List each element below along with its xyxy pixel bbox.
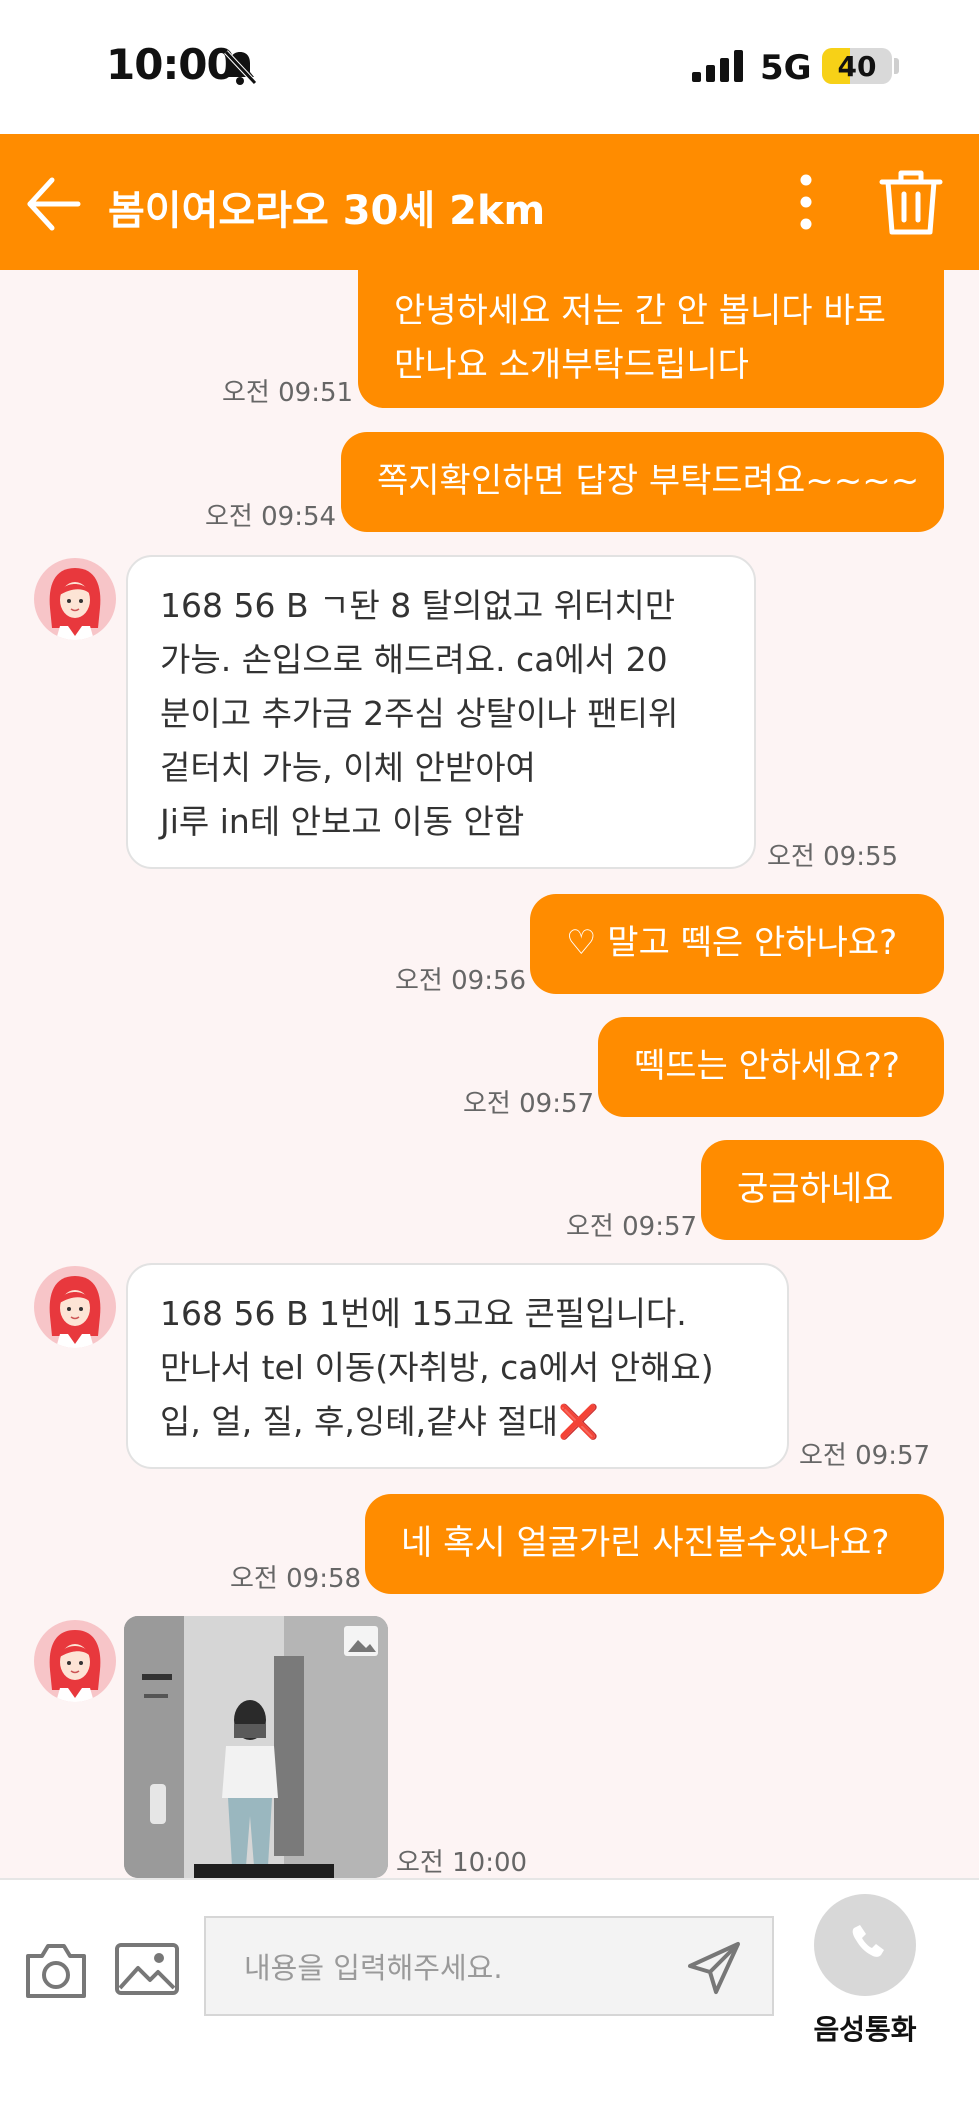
message-input-bar: 음성통화 [0, 1878, 979, 2124]
message-line: ♡ 말고 떽은 안하나요? [566, 923, 898, 963]
trash-icon[interactable] [876, 166, 946, 238]
voice-call-label: 음성통화 [813, 2013, 917, 2046]
sender-avatar[interactable] [34, 558, 116, 640]
message-line: 만나서 tel 이동(자취방, ca에서 안해요) [160, 1348, 714, 1387]
message-line: Ji루 in테 안보고 이동 안함 [160, 802, 525, 841]
sender-avatar[interactable] [34, 1620, 116, 1702]
sender-avatar[interactable] [34, 1266, 116, 1348]
battery-nub [894, 58, 899, 74]
message-line: 분이고 추가금 2주심 상탈이나 팬티위 [160, 694, 679, 733]
outgoing-message-bubble[interactable]: 떽뜨는 안하세요?? [598, 1017, 944, 1117]
message-line: 168 56 B 1번에 15고요 콘필입니다. [160, 1294, 687, 1333]
message-time: 오전 10:00 [396, 1848, 528, 1878]
outgoing-message-bubble[interactable]: ♡ 말고 떽은 안하나요? [530, 894, 944, 994]
message-time: 오전 09:51 [222, 378, 354, 408]
battery-indicator: 40 [822, 48, 892, 84]
message-time: 오전 09:56 [395, 966, 527, 996]
avatar-illustration [49, 568, 101, 640]
outgoing-message-bubble[interactable]: 안녕하세요 저는 간 안 봅니다 바로 만나요 소개부탁드립니다 [358, 254, 944, 408]
message-time: 오전 09:57 [463, 1089, 595, 1119]
app-header: 봄이여오라오 30세 2km [0, 134, 979, 270]
outgoing-message-bubble[interactable]: 네 혹시 얼굴가린 사진볼수있나요? [365, 1494, 944, 1594]
message-line: 만나요 소개부탁드립니다 [394, 345, 749, 385]
message-line: 겉터치 가능, 이체 안받아여 [160, 748, 536, 787]
signal-icon [692, 50, 743, 82]
message-input-box[interactable] [204, 1916, 774, 2016]
back-arrow-icon[interactable] [24, 174, 84, 234]
message-line: 떽뜨는 안하세요?? [634, 1046, 900, 1086]
message-line: 168 56 B ㄱ돤 8 탈의없고 위터치만 [160, 586, 676, 625]
message-line: 입, 얼, 질, 후,잉톄,걑샤 절대❌ [160, 1402, 600, 1441]
avatar-illustration [49, 1276, 101, 1348]
send-icon[interactable] [684, 1938, 744, 1998]
message-line: 네 혹시 얼굴가린 사진볼수있나요? [401, 1523, 890, 1563]
photo-thumbnail [124, 1616, 388, 1878]
message-line: 쪽지확인하면 답장 부탁드려요~~~~ [377, 461, 920, 501]
status-bar: 10:00 5G 40 [0, 0, 979, 134]
image-icon[interactable] [114, 1942, 180, 1996]
outgoing-message-bubble[interactable]: 궁금하네요 [701, 1140, 944, 1240]
message-line: 궁금하네요 [737, 1169, 894, 1209]
incoming-message-bubble[interactable]: 168 56 B 1번에 15고요 콘필입니다. 만나서 tel 이동(자취방,… [126, 1263, 789, 1469]
message-input[interactable] [244, 1948, 664, 1988]
network-label: 5G [760, 48, 812, 88]
message-time: 오전 09:54 [205, 502, 337, 532]
message-time: 오전 09:58 [230, 1564, 362, 1594]
image-message[interactable] [124, 1616, 388, 1878]
bell-off-icon [224, 50, 257, 85]
message-time: 오전 09:57 [799, 1441, 931, 1471]
message-line: 안녕하세요 저는 간 안 봅니다 바로 [394, 291, 886, 331]
outgoing-message-bubble[interactable]: 쪽지확인하면 답장 부탁드려요~~~~ [341, 432, 944, 532]
phone-icon [852, 1925, 884, 1957]
camera-icon[interactable] [22, 1940, 90, 2002]
message-time: 오전 09:57 [566, 1212, 698, 1242]
voice-call-button[interactable] [814, 1894, 916, 1996]
more-vertical-icon[interactable] [784, 170, 828, 234]
message-line: 가능. 손입으로 해드려요. ca에서 20 [160, 640, 668, 679]
incoming-message-bubble[interactable]: 168 56 B ㄱ돤 8 탈의없고 위터치만 가능. 손입으로 해드려요. c… [126, 555, 756, 869]
avatar-illustration [49, 1630, 101, 1702]
battery-level: 40 [837, 50, 877, 83]
message-time: 오전 09:55 [767, 842, 899, 872]
status-time: 10:00 [106, 40, 236, 89]
chat-title: 봄이여오라오 30세 2km [108, 188, 546, 234]
